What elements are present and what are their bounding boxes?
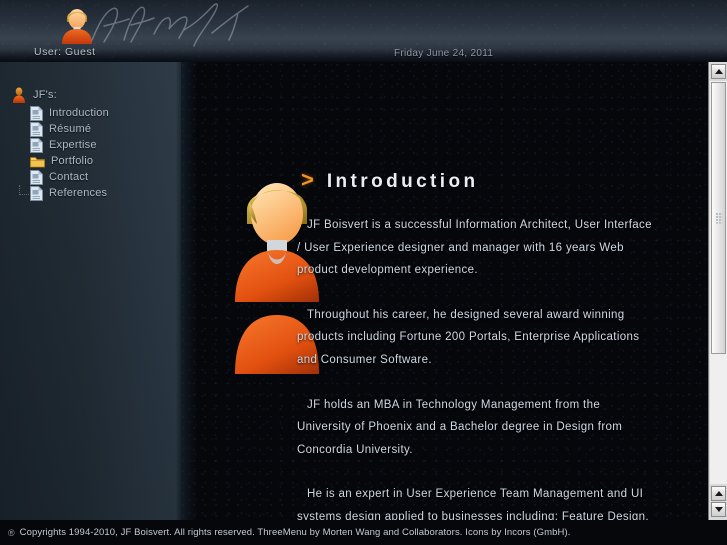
- page-title-text: Introduction: [326, 171, 479, 192]
- sidebar-item-portfolio[interactable]: Portfolio: [0, 153, 181, 169]
- tree-connector: [19, 185, 29, 195]
- document-icon: [30, 105, 43, 121]
- vertical-scrollbar[interactable]: [708, 62, 727, 520]
- sidebar-item-label: Introduction: [49, 107, 109, 119]
- paragraph: Throughout his career, he designed sever…: [297, 308, 640, 366]
- scroll-up-icon: [714, 69, 723, 74]
- person-icon: [13, 87, 25, 103]
- content-left-shade: [181, 62, 197, 520]
- scrollbar-grip: [715, 212, 722, 224]
- sidebar-item-label: Portfolio: [51, 155, 94, 167]
- paragraph: JF Boisvert is a successful Information …: [297, 219, 652, 277]
- scroll-down-button[interactable]: [711, 502, 726, 517]
- introduction-body: JF Boisvert is a successful Information …: [297, 214, 652, 520]
- application-window: User: Guest Friday June 24, 2011 JF's: I…: [0, 0, 727, 545]
- tree-root-label: JF's:: [33, 89, 57, 101]
- sidebar-item-label: References: [49, 187, 108, 199]
- registered-icon: ®: [8, 527, 15, 538]
- sidebar-item-label: Contact: [49, 171, 89, 183]
- paragraph: JF holds an MBA in Technology Management…: [297, 398, 623, 456]
- sidebar-item-label: Résumé: [49, 123, 92, 135]
- user-label: User: Guest: [34, 46, 96, 58]
- sidebar-item-expertise[interactable]: Expertise: [0, 137, 181, 153]
- document-icon: [30, 121, 43, 137]
- document-icon: [30, 137, 43, 153]
- scroll-down-icon: [714, 507, 723, 512]
- sidebar-navigation: JF's: Introduction Résumé Expertise Port…: [0, 62, 181, 520]
- paragraph: He is an expert in User Experience Team …: [297, 488, 649, 520]
- sidebar-item-contact[interactable]: Contact: [0, 169, 181, 185]
- scroll-up-icon: [714, 491, 723, 496]
- date-label: Friday June 24, 2011: [394, 48, 494, 59]
- scroll-up-button-bottom[interactable]: [711, 486, 726, 501]
- page-title: > Introduction: [301, 167, 478, 193]
- sidebar-item-label: Expertise: [49, 139, 97, 151]
- sidebar-item-introduction[interactable]: Introduction: [0, 105, 181, 121]
- page-header: User: Guest Friday June 24, 2011: [0, 0, 727, 62]
- sidebar-item-references[interactable]: References: [0, 185, 181, 201]
- document-icon: [30, 185, 43, 201]
- main-content: > Introduction JF Boisvert is a successf…: [181, 62, 708, 520]
- navigation-tree: JF's: Introduction Résumé Expertise Port…: [0, 62, 181, 201]
- folder-icon: [30, 156, 45, 167]
- page-footer: ® Copyrights 1994-2010, JF Boisvert. All…: [0, 520, 727, 545]
- document-icon: [30, 169, 43, 185]
- copyright-text: Copyrights 1994-2010, JF Boisvert. All r…: [19, 527, 571, 538]
- handwritten-signature: [91, 3, 249, 47]
- scrollbar-thumb[interactable]: [711, 82, 726, 354]
- scroll-up-button[interactable]: [711, 64, 726, 79]
- tree-root-jfs: JF's:: [0, 87, 181, 103]
- sidebar-item-resume[interactable]: Résumé: [0, 121, 181, 137]
